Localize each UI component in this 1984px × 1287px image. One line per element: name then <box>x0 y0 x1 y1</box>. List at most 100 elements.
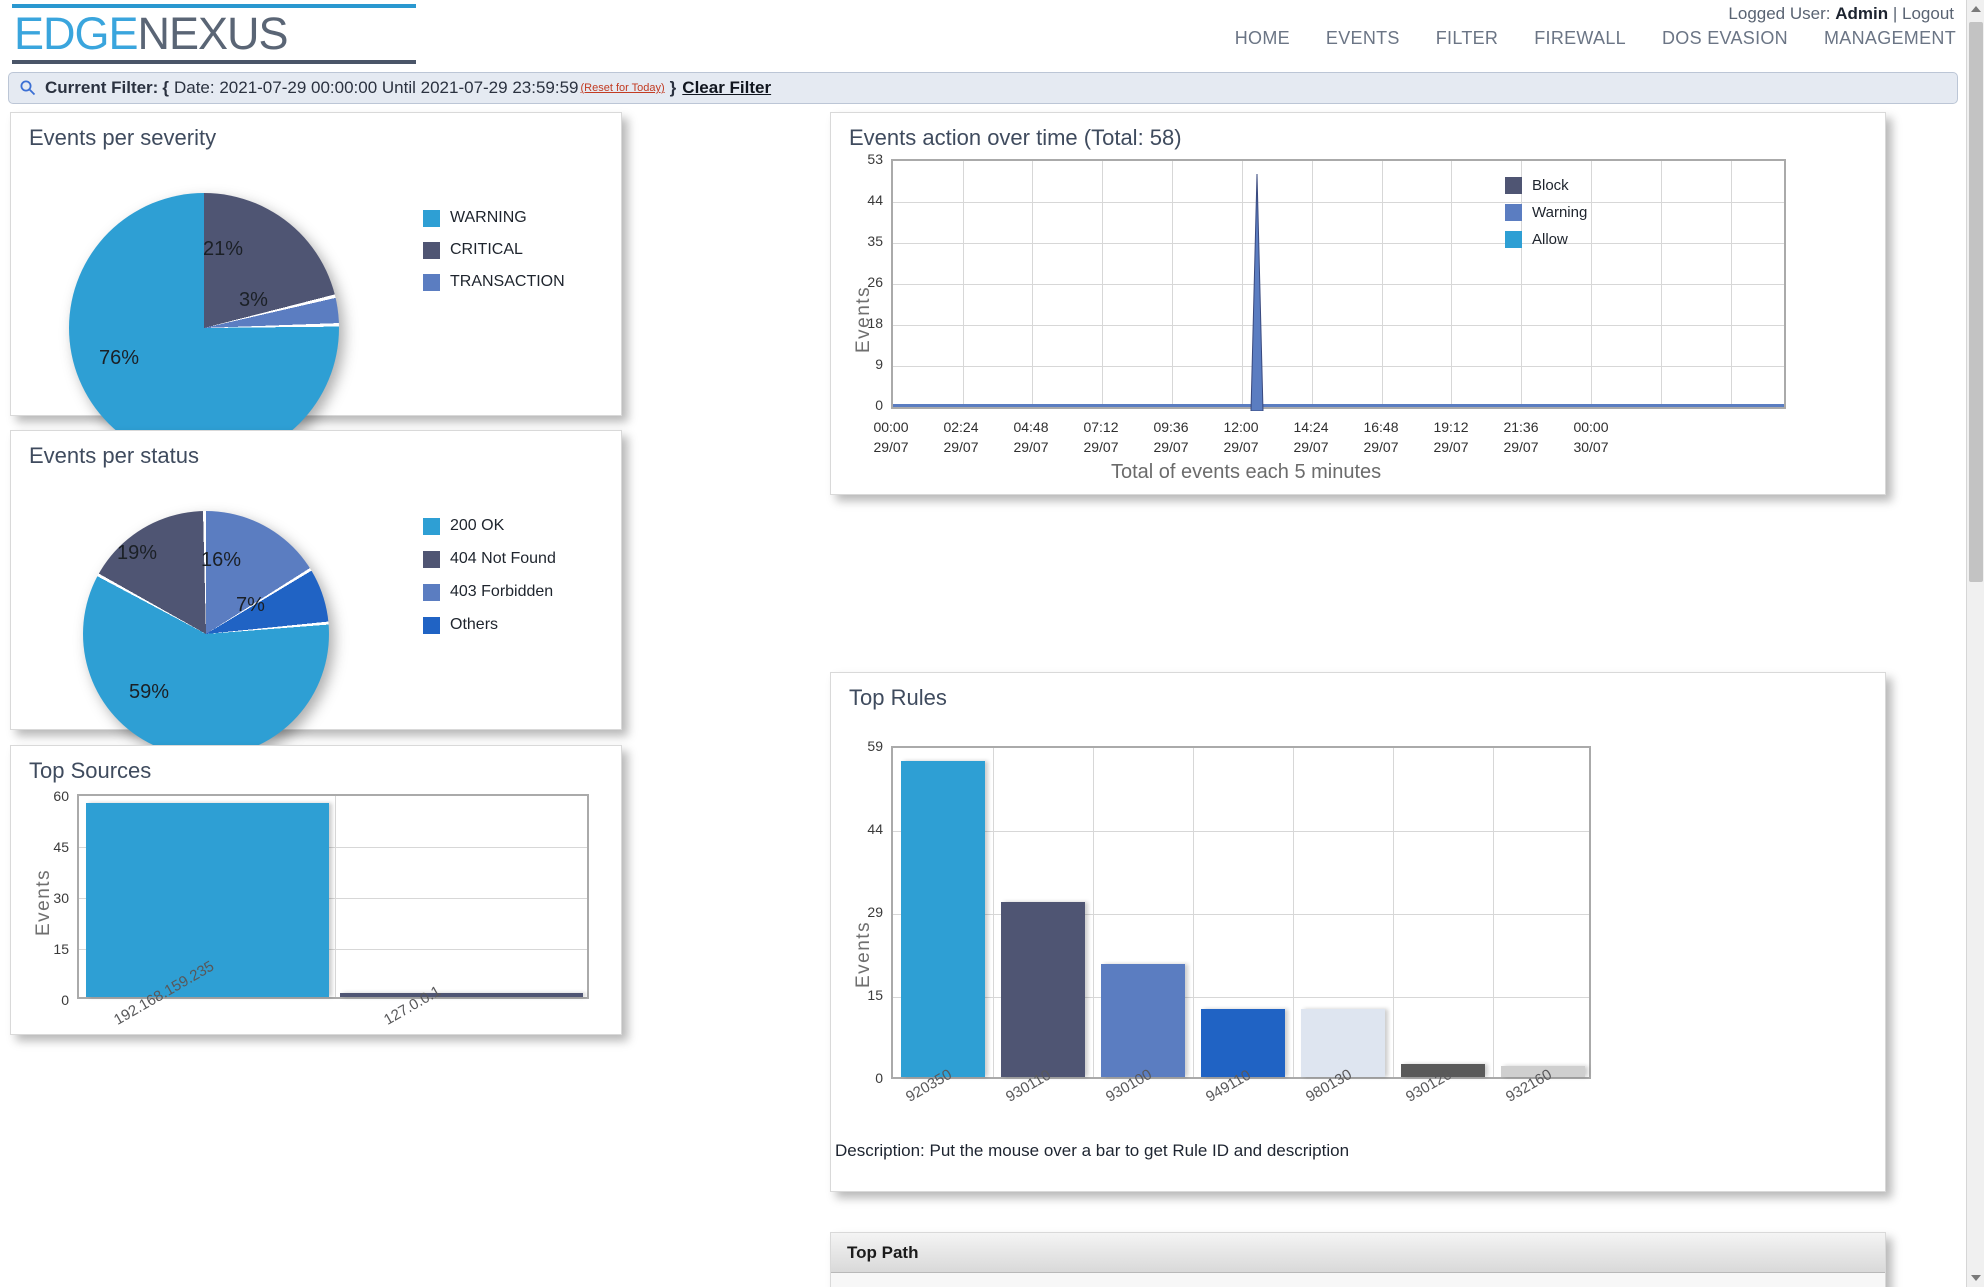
panel-title-sources: Top Sources <box>29 758 152 783</box>
panel-title-severity: Events per severity <box>29 125 217 150</box>
panel-events-per-severity: Events per severity 21% 3% 76% WARNING C… <box>10 112 622 463</box>
rules-ytick-59: 59 <box>867 738 883 754</box>
events-xtick-time-9: 21:36 <box>1503 419 1539 435</box>
nav-item-firewall[interactable]: FIREWALL <box>1534 28 1626 49</box>
events-xtick-time-0: 00:00 <box>873 419 909 435</box>
severity-legend-item-transaction[interactable]: TRANSACTION <box>423 273 565 291</box>
events-xtick-date-4: 29/07 <box>1153 439 1189 455</box>
filter-expression: Date: 2021-07-29 00:00:00 Until 2021-07-… <box>173 78 579 97</box>
legend-label-404: 404 Not Found <box>450 550 556 567</box>
legend-label-403: 403 Forbidden <box>450 583 554 600</box>
nav-item-filter[interactable]: FILTER <box>1436 28 1498 49</box>
events-legend-item-block[interactable]: Block <box>1505 177 1587 194</box>
events-ytick-26: 26 <box>867 274 883 290</box>
scrollbar-thumb[interactable] <box>1969 22 1983 582</box>
legend-swatch-transaction <box>423 273 440 291</box>
top-path-header: Top Path <box>831 1233 1885 1273</box>
scrollbar-down-arrow[interactable] <box>1967 1269 1984 1287</box>
legend-swatch-200 <box>423 517 440 535</box>
status-slice-label-others: 7% <box>236 594 265 616</box>
panel-events-action-over-time: Events action over time (Total: 58) Even… <box>830 112 1886 495</box>
nav-item-dos-evasion[interactable]: DOS EVASION <box>1662 28 1788 49</box>
rules-ytick-0: 0 <box>875 1070 883 1086</box>
events-legend-item-allow[interactable]: Allow <box>1505 231 1587 248</box>
app-header: EDGENEXUS Logged User: Admin | Logout HO… <box>0 0 1984 72</box>
user-separator: | <box>1892 4 1898 23</box>
panel-top-path: Top Path Path At Event <box>830 1232 1886 1287</box>
panel-title-events-over-time: Events action over time (Total: 58) <box>849 125 1182 150</box>
severity-pie-chart[interactable]: 21% 3% 76% WARNING CRITICAL TRANSACTION <box>11 151 621 463</box>
legend-swatch-warning <box>423 209 440 227</box>
legend-label-block: Block <box>1532 177 1569 194</box>
legend-swatch-403 <box>423 583 440 601</box>
logo-nexus-text: NEXUS <box>137 8 289 59</box>
events-xtick-time-8: 19:12 <box>1433 419 1469 435</box>
sources-ytick-30: 30 <box>53 890 69 906</box>
nav-item-management[interactable]: MANAGEMENT <box>1824 28 1956 49</box>
top-path-column-header-row: Path At Event <box>831 1273 1885 1287</box>
events-xtick-date-8: 29/07 <box>1433 439 1469 455</box>
nav-item-events[interactable]: EVENTS <box>1326 28 1400 49</box>
events-series-spike <box>1250 173 1264 411</box>
logged-user-name: Admin <box>1835 4 1889 23</box>
rules-ytick-15: 15 <box>867 987 883 1003</box>
events-legend: Block Warning Allow <box>1505 177 1587 262</box>
events-xtick-time-7: 16:48 <box>1363 419 1399 435</box>
clear-filter-link[interactable]: Clear Filter <box>682 78 771 98</box>
legend-label-allow: Allow <box>1532 231 1568 248</box>
nav-item-home[interactable]: HOME <box>1235 28 1290 49</box>
panel-title-top-path: Top Path <box>847 1242 919 1262</box>
events-xtick-date-6: 29/07 <box>1293 439 1329 455</box>
scrollbar-up-arrow[interactable] <box>1967 0 1984 18</box>
status-legend: 200 OK 404 Not Found 403 Forbidden Other… <box>423 517 556 648</box>
panel-events-per-status: Events per status 16% 7% 19% 59% 200 OK … <box>10 430 622 757</box>
severity-legend-item-warning[interactable]: WARNING <box>423 209 565 227</box>
legend-label-warning: WARNING <box>450 209 527 226</box>
events-xtick-date-5: 29/07 <box>1223 439 1259 455</box>
filter-close-brace: } <box>669 78 677 97</box>
status-legend-item-404[interactable]: 404 Not Found <box>423 550 556 568</box>
page-scrollbar[interactable] <box>1966 0 1984 1287</box>
events-legend-item-warning[interactable]: Warning <box>1505 204 1587 221</box>
events-ytick-53: 53 <box>867 151 883 167</box>
severity-pie-graphic <box>69 193 339 463</box>
legend-swatch-others <box>423 616 440 634</box>
events-ytick-35: 35 <box>867 233 883 249</box>
status-legend-item-403[interactable]: 403 Forbidden <box>423 583 556 601</box>
events-xtick-date-10: 30/07 <box>1573 439 1609 455</box>
rules-y-axis-label: Events <box>853 920 874 988</box>
events-xtick-time-6: 14:24 <box>1293 419 1329 435</box>
sources-ytick-0: 0 <box>61 992 69 1008</box>
severity-slice-label-warning: 76% <box>99 347 140 369</box>
rules-bar-920350[interactable] <box>901 761 985 1077</box>
events-xtick-time-3: 07:12 <box>1083 419 1119 435</box>
logged-user-label: Logged User: <box>1728 4 1831 23</box>
rules-ytick-29: 29 <box>867 904 883 920</box>
rules-bar-930110[interactable] <box>1001 902 1085 1077</box>
logout-link[interactable]: Logout <box>1902 4 1954 23</box>
current-filter-label: Current Filter: <box>45 78 159 97</box>
rules-bar-930100[interactable] <box>1101 964 1185 1077</box>
events-xtick-date-0: 29/07 <box>873 439 909 455</box>
events-x-axis-label: Total of events each 5 minutes <box>1111 461 1382 483</box>
sources-plot-area[interactable] <box>77 794 589 999</box>
status-pie-chart[interactable]: 16% 7% 19% 59% 200 OK 404 Not Found 403 … <box>11 469 621 767</box>
edgenexus-logo[interactable]: EDGENEXUS <box>10 4 422 64</box>
status-legend-item-others[interactable]: Others <box>423 616 556 634</box>
reset-for-today-link[interactable]: (Reset for Today) <box>581 82 665 94</box>
status-legend-item-200[interactable]: 200 OK <box>423 517 556 535</box>
status-slice-label-404: 19% <box>117 542 158 564</box>
sources-ytick-15: 15 <box>53 941 69 957</box>
legend-label-warning-2: Warning <box>1532 204 1588 221</box>
filter-open-brace: { <box>162 78 169 97</box>
status-slice-label-200: 59% <box>129 681 170 703</box>
events-ytick-18: 18 <box>867 315 883 331</box>
main-navigation: HOME EVENTS FILTER FIREWALL DOS EVASION … <box>1235 28 1956 49</box>
severity-legend-item-critical[interactable]: CRITICAL <box>423 241 565 259</box>
user-session-bar: Logged User: Admin | Logout <box>1728 4 1954 24</box>
rules-plot-area[interactable] <box>891 746 1591 1079</box>
events-xtick-date-9: 29/07 <box>1503 439 1539 455</box>
severity-slice-label-transaction: 3% <box>239 289 268 311</box>
events-plot-area[interactable]: Block Warning Allow <box>891 159 1786 411</box>
sources-bar-127-0-0-1[interactable] <box>340 993 583 997</box>
